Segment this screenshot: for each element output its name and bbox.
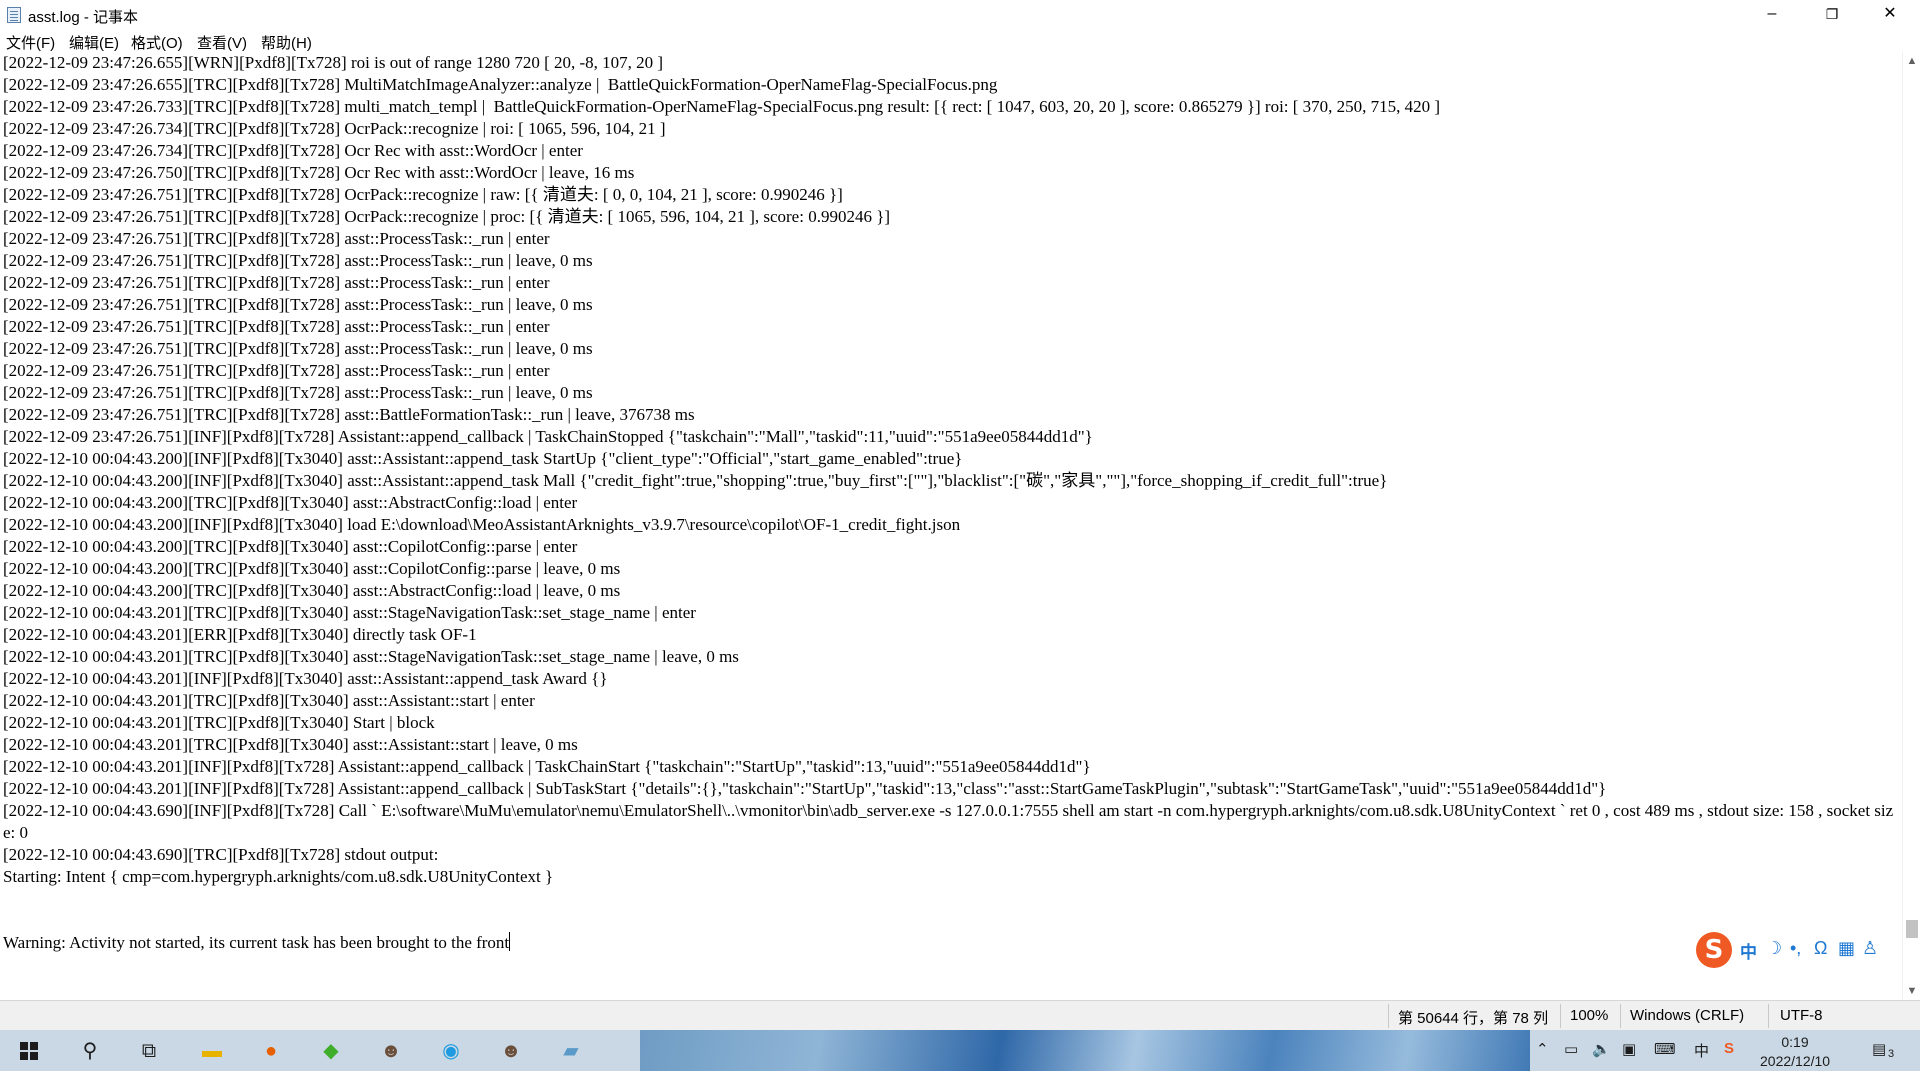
- log-line: [2022-12-10 00:04:43.200][TRC][Pxdf8][Tx…: [3, 559, 621, 578]
- scroll-thumb[interactable]: [1906, 920, 1918, 938]
- encoding: UTF-8: [1780, 1007, 1823, 1024]
- arknights-app-icon[interactable]: ☻: [378, 1038, 404, 1064]
- log-line: [2022-12-10 00:04:43.201][INF][Pxdf8][Tx…: [3, 779, 1607, 798]
- log-line: Starting: Intent { cmp=com.hypergryph.ar…: [3, 867, 554, 886]
- log-line: [2022-12-09 23:47:26.751][INF][Pxdf8][Tx…: [3, 427, 1093, 446]
- log-line: [2022-12-10 00:04:43.201][TRC][Pxdf8][Tx…: [3, 603, 696, 622]
- scroll-up-arrow-icon[interactable]: ▲: [1903, 52, 1920, 70]
- log-line: [2022-12-10 00:04:43.200][INF][Pxdf8][Tx…: [3, 471, 1388, 490]
- status-bar: 第 50644 行，第 78 列 100% Windows (CRLF) UTF…: [0, 1000, 1920, 1030]
- clock-time[interactable]: 0:19: [1760, 1034, 1830, 1050]
- log-line: [2022-12-10 00:04:43.200][INF][Pxdf8][Tx…: [3, 449, 963, 468]
- log-line: [2022-12-09 23:47:26.655][TRC][Pxdf8][Tx…: [3, 75, 998, 94]
- windows-start-icon[interactable]: [20, 1042, 38, 1060]
- scroll-down-arrow-icon[interactable]: ▼: [1903, 982, 1920, 1000]
- log-line: [2022-12-09 23:47:26.750][TRC][Pxdf8][Tx…: [3, 163, 635, 182]
- log-line: [2022-12-10 00:04:43.690][INF][Pxdf8][Tx…: [3, 801, 1894, 842]
- menu-help[interactable]: 帮助(H): [261, 32, 312, 53]
- vertical-scrollbar[interactable]: ▲ ▼: [1902, 52, 1920, 1000]
- volume-icon[interactable]: 🔈: [1592, 1040, 1611, 1058]
- menu-file[interactable]: 文件(F): [6, 32, 55, 53]
- mumu-icon[interactable]: ◉: [438, 1038, 464, 1064]
- log-line: [2022-12-10 00:04:43.690][TRC][Pxdf8][Tx…: [3, 845, 439, 864]
- keyboard-icon[interactable]: ▦: [1838, 938, 1855, 959]
- log-line: [2022-12-09 23:47:26.751][TRC][Pxdf8][Tx…: [3, 405, 695, 424]
- minimize-button[interactable]: –: [1744, 0, 1800, 30]
- file-explorer-icon[interactable]: ▬: [199, 1038, 225, 1064]
- log-line: [2022-12-09 23:47:26.751][TRC][Pxdf8][Tx…: [3, 383, 593, 402]
- log-line: [2022-12-09 23:47:26.751][TRC][Pxdf8][Tx…: [3, 251, 593, 270]
- menu-edit[interactable]: 编辑(E): [69, 32, 119, 53]
- notepad-taskbar-icon[interactable]: ▰: [558, 1038, 584, 1064]
- headset-icon[interactable]: Ω: [1814, 938, 1827, 959]
- network-icon[interactable]: ▣: [1622, 1040, 1636, 1058]
- log-line: [2022-12-09 23:47:26.734][TRC][Pxdf8][Tx…: [3, 141, 583, 160]
- log-line: [2022-12-10 00:04:43.201][TRC][Pxdf8][Tx…: [3, 713, 435, 732]
- punctuation-icon[interactable]: •,: [1790, 938, 1801, 959]
- log-line: [2022-12-10 00:04:43.201][ERR][Pxdf8][Tx…: [3, 625, 477, 644]
- status-separator: [1768, 1004, 1769, 1028]
- maximize-button[interactable]: ❐: [1804, 0, 1860, 30]
- log-line: [2022-12-09 23:47:26.751][TRC][Pxdf8][Tx…: [3, 317, 550, 336]
- text-caret: [509, 932, 511, 951]
- menu-view[interactable]: 查看(V): [197, 32, 247, 53]
- notepad-icon: [7, 7, 21, 23]
- taskbar: ⚲ ⧉ ▬ ● ◆ ☻ ◉ ☻ ▰ ⌃ ▭ 🔈 ▣ ⌨ 中 S 0:19 202…: [0, 1030, 1920, 1071]
- log-line: [2022-12-09 23:47:26.751][TRC][Pxdf8][Tx…: [3, 229, 550, 248]
- bluestacks-icon[interactable]: ◆: [318, 1038, 344, 1064]
- task-view-icon[interactable]: ⧉: [136, 1038, 162, 1064]
- title-bar: asst.log - 记事本 – ❐ ✕: [0, 0, 1920, 30]
- zoom-level: 100%: [1570, 1007, 1609, 1024]
- log-line: [2022-12-10 00:04:43.201][TRC][Pxdf8][Tx…: [3, 691, 535, 710]
- notification-count: 3: [1888, 1048, 1895, 1060]
- log-line: [2022-12-10 00:04:43.200][INF][Pxdf8][Tx…: [3, 515, 961, 534]
- log-line: [2022-12-10 00:04:43.201][INF][Pxdf8][Tx…: [3, 757, 1091, 776]
- log-line: [2022-12-09 23:47:26.751][TRC][Pxdf8][Tx…: [3, 273, 550, 292]
- notification-icon[interactable]: ▤: [1872, 1040, 1886, 1058]
- log-text: [2022-12-09 23:47:26.655][WRN][Pxdf8][Tx…: [3, 52, 1898, 954]
- log-line: [2022-12-10 00:04:43.200][TRC][Pxdf8][Tx…: [3, 581, 621, 600]
- status-separator: [1388, 1004, 1389, 1028]
- menu-bar: 文件(F) 编辑(E) 格式(O) 查看(V) 帮助(H): [0, 30, 1920, 52]
- moon-icon[interactable]: ☽: [1766, 938, 1782, 959]
- log-line: [2022-12-09 23:47:26.734][TRC][Pxdf8][Tx…: [3, 119, 666, 138]
- sogou-logo-icon[interactable]: S: [1696, 932, 1732, 968]
- log-line: [2022-12-09 23:47:26.751][TRC][Pxdf8][Tx…: [3, 185, 843, 204]
- log-line: [2022-12-09 23:47:26.733][TRC][Pxdf8][Tx…: [3, 97, 1441, 116]
- window-title: asst.log - 记事本: [28, 9, 139, 26]
- log-line: [2022-12-09 23:47:26.751][TRC][Pxdf8][Tx…: [3, 207, 891, 226]
- log-line: [2022-12-09 23:47:26.751][TRC][Pxdf8][Tx…: [3, 295, 593, 314]
- log-line: [2022-12-10 00:04:43.201][TRC][Pxdf8][Tx…: [3, 647, 739, 666]
- touch-keyboard-icon[interactable]: ⌨: [1654, 1040, 1676, 1058]
- status-separator: [1560, 1004, 1561, 1028]
- status-separator: [1620, 1004, 1621, 1028]
- log-line: [2022-12-10 00:04:43.201][INF][Pxdf8][Tx…: [3, 669, 608, 688]
- maa-app-icon[interactable]: ☻: [498, 1038, 524, 1064]
- user-icon[interactable]: ♙: [1862, 938, 1878, 959]
- input-language[interactable]: 中: [1694, 1040, 1709, 1061]
- menu-format[interactable]: 格式(O): [131, 32, 183, 53]
- text-editor[interactable]: [2022-12-09 23:47:26.655][WRN][Pxdf8][Tx…: [0, 52, 1900, 1000]
- log-line: [2022-12-10 00:04:43.200][TRC][Pxdf8][Tx…: [3, 537, 578, 556]
- battery-icon[interactable]: ▭: [1564, 1040, 1578, 1058]
- log-line: [2022-12-10 00:04:43.201][TRC][Pxdf8][Tx…: [3, 735, 578, 754]
- taskbar-wallpaper: [640, 1030, 1540, 1071]
- log-line: Warning: Activity not started, its curre…: [3, 932, 511, 952]
- tray-chevron-up-icon[interactable]: ⌃: [1536, 1040, 1549, 1058]
- ime-mode-toggle[interactable]: 中: [1740, 938, 1757, 963]
- search-icon[interactable]: ⚲: [77, 1038, 103, 1064]
- firefox-icon[interactable]: ●: [258, 1038, 284, 1064]
- log-line: [2022-12-09 23:47:26.655][WRN][Pxdf8][Tx…: [3, 53, 664, 72]
- ime-toolbar: S 中 ☽ •, Ω ▦ ♙: [1694, 930, 1884, 970]
- line-ending: Windows (CRLF): [1630, 1007, 1745, 1024]
- log-line: [2022-12-10 00:04:43.200][TRC][Pxdf8][Tx…: [3, 493, 578, 512]
- clock-date[interactable]: 2022/12/10: [1760, 1053, 1830, 1069]
- log-line: [2022-12-09 23:47:26.751][TRC][Pxdf8][Tx…: [3, 361, 550, 380]
- cursor-position: 第 50644 行，第 78 列: [1398, 1010, 1549, 1027]
- log-line: [2022-12-09 23:47:26.751][TRC][Pxdf8][Tx…: [3, 339, 593, 358]
- close-button[interactable]: ✕: [1862, 0, 1918, 30]
- sogou-tray-icon[interactable]: S: [1724, 1040, 1734, 1057]
